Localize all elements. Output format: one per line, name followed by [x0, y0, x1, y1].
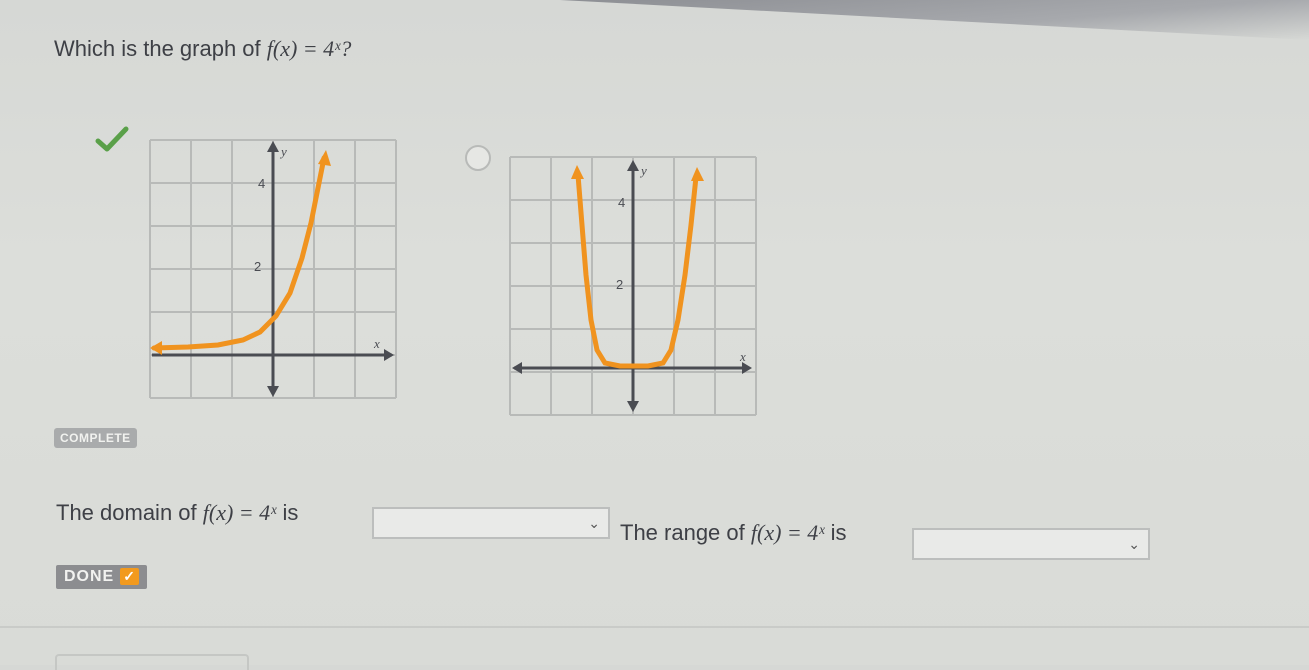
domain-sentence: The domain of f(x) = 4ˣ is — [56, 500, 298, 526]
question-prefix: Which is the graph of — [54, 36, 267, 61]
domain-dropdown[interactable]: ⌄ — [372, 507, 610, 539]
domain-prefix: The domain of — [56, 500, 203, 525]
divider — [0, 626, 1309, 628]
y-axis-arrow-down-icon — [627, 401, 639, 412]
y-tick-4: 4 — [618, 195, 625, 210]
curve-arrow-right-top-icon — [691, 167, 704, 181]
bottom-tab[interactable] — [55, 654, 249, 670]
y-tick-4: 4 — [258, 176, 265, 191]
check-icon — [95, 126, 129, 152]
curve-arrow-top-icon — [318, 150, 331, 166]
question-function: f(x) = 4ˣ? — [266, 36, 352, 61]
y-tick-2: 2 — [616, 277, 623, 292]
status-badge: COMPLETE — [54, 428, 137, 448]
chevron-down-icon: ⌄ — [588, 515, 600, 531]
done-label: DONE — [64, 568, 115, 585]
y-axis-arrow-down-icon — [267, 386, 279, 397]
radio-option-b[interactable] — [465, 145, 491, 171]
y-axis-arrow-up-icon — [267, 141, 279, 152]
question-text: Which is the graph of f(x) = 4ˣ? — [54, 36, 351, 62]
x-axis-arrow-icon — [384, 349, 394, 361]
y-tick-2: 2 — [254, 259, 261, 274]
x-axis-label: x — [739, 349, 746, 364]
done-button[interactable]: DONE ✓ — [56, 565, 147, 589]
u-curve — [575, 172, 699, 369]
range-function: f(x) = 4ˣ — [750, 520, 825, 545]
y-axis-label: y — [279, 144, 287, 159]
graph-option-u-shaped[interactable]: 4 2 x y — [508, 155, 758, 417]
checkmark-icon: ✓ — [120, 568, 139, 585]
exponential-curve — [151, 155, 327, 351]
curve-arrow-left-top-icon — [571, 165, 584, 179]
range-suffix: is — [824, 520, 847, 545]
y-axis-label: y — [639, 163, 647, 178]
range-dropdown[interactable]: ⌄ — [912, 528, 1150, 560]
domain-suffix: is — [276, 500, 299, 525]
range-sentence: The range of f(x) = 4ˣ is — [620, 520, 846, 546]
chevron-down-icon: ⌄ — [1128, 536, 1140, 552]
y-axis-arrow-up-icon — [627, 160, 639, 171]
curve-arrow-left-icon — [150, 341, 162, 355]
top-bar — [560, 0, 1309, 40]
x-axis-label: x — [373, 336, 380, 351]
graph-option-exponential[interactable]: 4 2 x y — [148, 138, 398, 400]
range-prefix: The range of — [620, 520, 751, 545]
domain-function: f(x) = 4ˣ — [202, 500, 277, 525]
